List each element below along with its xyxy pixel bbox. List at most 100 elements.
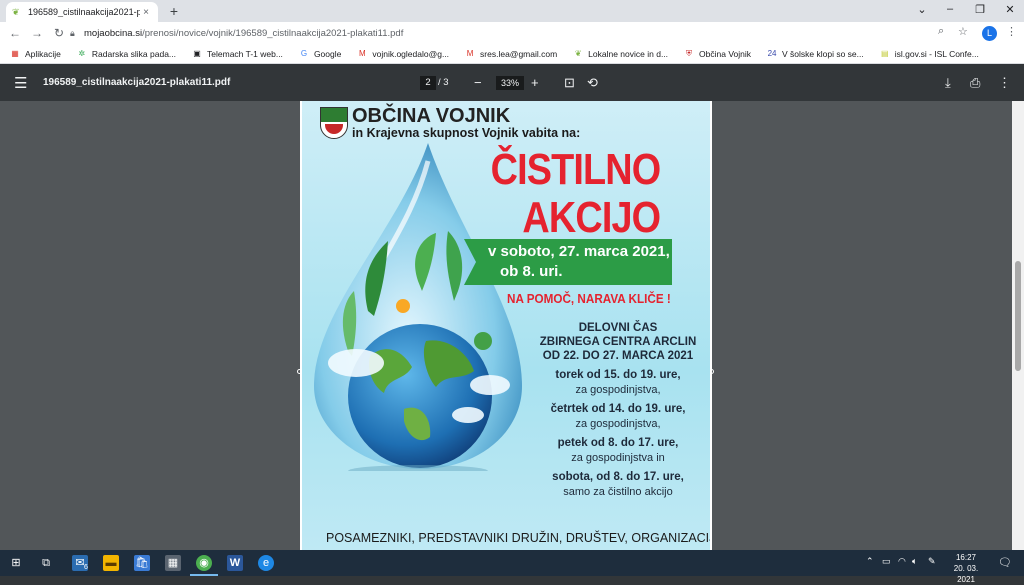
zoom-level-input[interactable]: 33% [496, 76, 524, 90]
bookmark-item[interactable]: ▣ Telemach T-1 web... [192, 49, 283, 59]
pen-icon[interactable]: ✎ [928, 556, 936, 567]
bookmark-label: Občina Vojnik [699, 48, 752, 59]
minimize-icon[interactable]: – [940, 3, 960, 15]
edge-icon[interactable]: e [258, 555, 274, 571]
zoom-in-icon[interactable]: + [531, 75, 539, 90]
vertical-scrollbar[interactable] [1012, 101, 1024, 550]
bookmark-label: sres.lea@gmail.com [480, 48, 558, 59]
google-icon: G [300, 48, 308, 58]
address-bar[interactable]: 🔒︎ mojaobcina.si /prenosi/novice/vojnik/… [70, 24, 930, 42]
new-tab-button[interactable]: + [166, 3, 182, 19]
bookmark-item[interactable]: ❦ Lokalne novice in d... [573, 49, 668, 59]
bookmark-label: Google [313, 48, 342, 59]
schedule-note: samo za čistilno akcijo [563, 486, 673, 498]
poster-title: OBČINA VOJNIK [352, 105, 511, 127]
tab-title: 196589_cistilnaakcija2021-plakat [28, 7, 140, 17]
pdf-filename: 196589_cistilnaakcija2021-plakati11.pdf [43, 77, 231, 88]
bookmark-label: vojnik.ogledalo@g... [372, 48, 450, 59]
battery-icon[interactable]: ▭ [882, 556, 891, 567]
browser-menu-icon[interactable]: ⋮ [1006, 25, 1017, 38]
schedule-day: torek od 15. do 19. ure, [555, 369, 681, 381]
notifications-icon[interactable]: 🗨︎ [998, 556, 1012, 569]
scrollbar-thumb[interactable] [1015, 261, 1021, 371]
clock-date: 20. 03. 2021 [953, 564, 979, 584]
isl-icon: ▤ [880, 48, 889, 58]
wifi-icon[interactable]: ◠ [898, 556, 906, 567]
tab-search-icon[interactable]: ⌄ [912, 3, 932, 16]
lock-icon: 🔒︎ [70, 27, 75, 38]
tray-chevron-icon[interactable]: ⌃ [866, 556, 874, 567]
volume-icon[interactable]: 🔈︎ [912, 556, 917, 567]
gmail-icon: M [359, 48, 366, 58]
print-icon[interactable]: ⎙ [970, 75, 980, 91]
bookmarks-bar: ▦ Aplikacije ✲ Radarska slika pada... ▣ Telem… [0, 44, 1024, 64]
calculator-icon[interactable]: ▦ [165, 555, 181, 571]
restore-icon[interactable]: ❐ [970, 3, 990, 16]
download-icon[interactable]: ⤓ [945, 75, 951, 91]
browser-toolbar: ← → ↻ 🔒︎ mojaobcina.si /prenosi/novice/v… [0, 22, 1024, 44]
url-path: /prenosi/novice/vojnik/196589_cistilnaak… [142, 27, 404, 39]
hamburger-menu-icon[interactable]: ☰ [14, 74, 27, 92]
bookmark-item[interactable]: ⛨ Občina Vojnik [684, 49, 751, 59]
poster-subtitle: in Krajevna skupnost Vojnik vabita na: [352, 126, 581, 140]
hours-heading-2: ZBIRNEGA CENTRA ARCLIN [539, 336, 697, 348]
page-number-input[interactable]: 2 [420, 76, 436, 90]
opening-hours: DELOVNI ČAS ZBIRNEGA CENTRA ARCLIN OD 22… [538, 321, 698, 499]
schedule-day: četrtek od 14. do 19. ure, [550, 403, 686, 415]
word-icon[interactable]: W [227, 555, 243, 571]
bookmark-label: Lokalne novice in d... [588, 48, 669, 59]
task-view-icon[interactable]: ⧉ [38, 555, 54, 571]
vojnik-coat-of-arms [320, 107, 348, 139]
date-line-1: v soboto, 27. marca 2021, [488, 243, 670, 260]
windows-taskbar: ⊞ ⧉ ✉ 6 ▬ 🛍︎ ▦ ◉ W e ⌃ ▭ ◠ 🔈︎ ✎ 16:27 20… [0, 550, 1024, 584]
poster-slogan: NA POMOČ, NARAVA KLIČE ! [507, 291, 671, 306]
bookmark-label: Telemach T-1 web... [207, 48, 283, 59]
rotate-icon[interactable]: ⟲ [587, 75, 598, 91]
store-icon[interactable]: 🛍︎ [134, 555, 150, 571]
forward-icon[interactable]: → [26, 26, 48, 40]
back-icon[interactable]: ← [4, 26, 26, 40]
browser-tab[interactable]: ❦ 196589_cistilnaakcija2021-plakat × [6, 2, 158, 22]
bookmark-item[interactable]: ▤ isl.gov.si - ISL Confe... [880, 49, 979, 59]
zoom-out-icon[interactable]: − [474, 75, 482, 90]
pdf-toolbar: ☰ 196589_cistilnaakcija2021-plakati11.pd… [0, 65, 1024, 101]
leaf-icon: ❦ [574, 48, 582, 58]
reload-icon[interactable]: ↻ [48, 26, 70, 40]
bookmark-item[interactable]: ▦ Aplikacije [10, 49, 61, 59]
mail-badge: 6 [84, 564, 88, 571]
file-explorer-icon[interactable]: ▬ [103, 555, 119, 571]
leaf-favicon-icon: ❦ [12, 7, 20, 17]
telemach-icon: ▣ [193, 48, 201, 58]
bookmark-label: isl.gov.si - ISL Confe... [894, 48, 979, 59]
schedule-note: za gospodinjstva, [575, 418, 661, 430]
bookmark-label: V šolske klopi so se... [782, 48, 864, 59]
poster-headline-1: ČISTILNO [490, 145, 661, 194]
url-host: mojaobcina.si [84, 27, 143, 39]
bookmark-star-icon[interactable]: ☆ [958, 25, 968, 38]
schedule-day: petek od 8. do 17. ure, [557, 437, 679, 449]
windows-start-icon[interactable]: ⊞ [8, 555, 24, 571]
tab-close-icon[interactable]: × [140, 7, 152, 18]
tab-strip: ❦ 196589_cistilnaakcija2021-plakat × + ⌄… [0, 0, 1024, 22]
pdf-more-icon[interactable]: ⋮ [998, 75, 1011, 91]
zoom-search-icon[interactable]: ⌕ [938, 25, 944, 38]
profile-avatar[interactable]: L [982, 26, 997, 41]
poster-page: OBČINA VOJNIK in Krajevna skupnost Vojni… [300, 101, 712, 550]
bookmark-item[interactable]: 24 V šolske klopi so se... [767, 49, 864, 59]
bookmark-item[interactable]: ✲ Radarska slika pada... [77, 49, 176, 59]
fit-page-icon[interactable]: ⊡ [564, 75, 575, 91]
clock-time: 16:27 [955, 553, 977, 562]
crest-icon: ⛨ [686, 48, 693, 58]
date-line-2: ob 8. uri. [500, 263, 563, 280]
page-total: / 3 [438, 77, 449, 88]
chrome-icon[interactable]: ◉ [196, 555, 212, 571]
bookmark-label: Aplikacije [25, 48, 61, 59]
bookmark-item[interactable]: Mvojnik.ogledalo@g... [357, 49, 449, 59]
pdf-viewer[interactable]: OBČINA VOJNIK in Krajevna skupnost Vojni… [0, 101, 1024, 550]
bookmark-item[interactable]: Msres.lea@gmail.com [465, 49, 557, 59]
taskbar-clock[interactable]: 16:27 20. 03. 2021 [944, 552, 988, 585]
poster-headline-2: AKCIJO [522, 193, 661, 242]
gmail-icon: M [466, 48, 474, 58]
close-window-icon[interactable]: ✕ [1000, 3, 1020, 16]
bookmark-item[interactable]: G Google [299, 48, 342, 59]
